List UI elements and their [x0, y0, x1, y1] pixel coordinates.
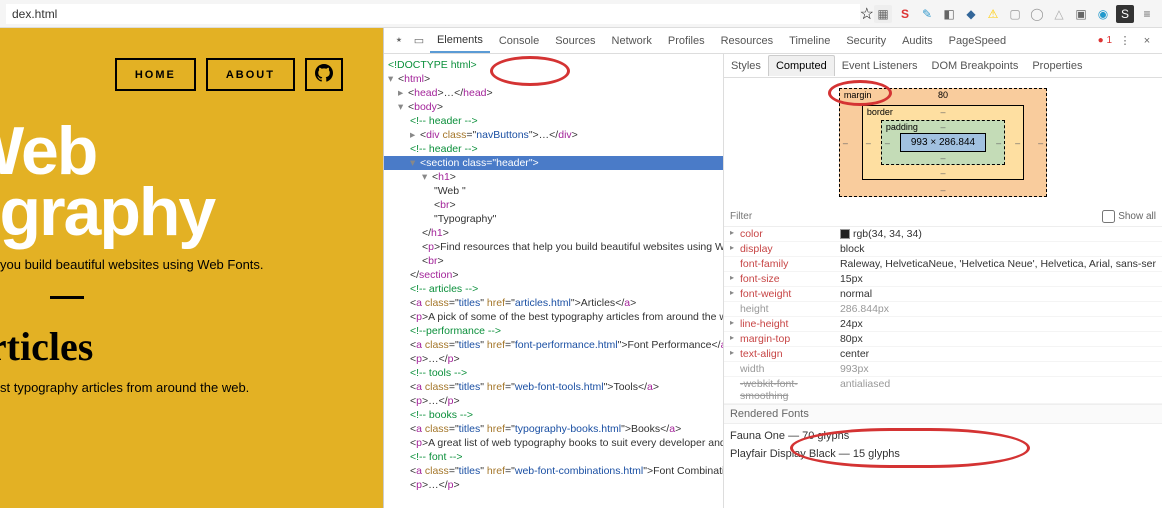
- page-subtitle: you build beautiful websites using Web F…: [0, 257, 363, 272]
- sidebar-tabs: Styles Computed Event Listeners DOM Brea…: [724, 54, 1162, 78]
- elements-tree[interactable]: <!DOCTYPE html> ▾<html> ▸<head>…</head> …: [384, 54, 724, 508]
- ext-icon[interactable]: △: [1050, 5, 1068, 23]
- about-button[interactable]: ABOUT: [206, 58, 295, 91]
- section-heading: Articles: [0, 323, 363, 370]
- box-content-size: 993 × 286.844: [900, 133, 986, 152]
- ext-icon[interactable]: ⚠: [984, 5, 1002, 23]
- home-button[interactable]: HOME: [115, 58, 196, 91]
- bookmark-star-icon[interactable]: ☆: [860, 4, 874, 24]
- devtools-toolbar: ⭑ ▭ Elements Console Sources Network Pro…: [384, 28, 1162, 54]
- rendered-fonts-list: Fauna One — 70 glyphs Playfair Display B…: [724, 424, 1162, 467]
- close-icon[interactable]: ×: [1138, 32, 1156, 50]
- ext-icon[interactable]: ▣: [1072, 5, 1090, 23]
- github-button[interactable]: [305, 58, 343, 91]
- margin-top-value: 80: [938, 90, 948, 100]
- devtools: ⭑ ▭ Elements Console Sources Network Pro…: [383, 28, 1162, 508]
- url-input[interactable]: [6, 4, 860, 24]
- sidetab-dom-breakpoints[interactable]: DOM Breakpoints: [925, 56, 1026, 76]
- tab-sources[interactable]: Sources: [548, 30, 602, 52]
- tab-security[interactable]: Security: [839, 30, 893, 52]
- tab-console[interactable]: Console: [492, 30, 546, 52]
- tab-timeline[interactable]: Timeline: [782, 30, 837, 52]
- ext-icon[interactable]: ◆: [962, 5, 980, 23]
- tab-elements[interactable]: Elements: [430, 29, 490, 53]
- sidetab-computed[interactable]: Computed: [768, 55, 835, 76]
- nav-buttons: HOME ABOUT: [0, 58, 363, 91]
- more-icon[interactable]: ⋮: [1116, 32, 1134, 50]
- computed-properties: colorrgb(34, 34, 34) displayblock font-f…: [724, 227, 1162, 404]
- tab-network[interactable]: Network: [605, 30, 659, 52]
- sidetab-styles[interactable]: Styles: [724, 56, 768, 76]
- selected-element[interactable]: ▾<section class="header">: [384, 156, 723, 170]
- ext-icon[interactable]: ✎: [918, 5, 936, 23]
- page-title: Webography: [0, 121, 363, 243]
- inspect-icon[interactable]: ⭑: [390, 32, 408, 50]
- box-model[interactable]: 80 ––– –––– –––– 993 × 286.844: [724, 78, 1162, 207]
- doctype: <!DOCTYPE html>: [388, 59, 477, 71]
- devtools-sidebar: Styles Computed Event Listeners DOM Brea…: [724, 54, 1162, 508]
- sidetab-event-listeners[interactable]: Event Listeners: [835, 56, 925, 76]
- tab-pagespeed[interactable]: PageSpeed: [942, 30, 1014, 52]
- url-bar: ☆ ▦ S ✎ ◧ ◆ ⚠ ▢ ◯ △ ▣ ◉ S ≡: [0, 0, 1162, 28]
- sidetab-properties[interactable]: Properties: [1025, 56, 1089, 76]
- show-all-checkbox[interactable]: Show all: [1102, 210, 1156, 223]
- tab-profiles[interactable]: Profiles: [661, 30, 712, 52]
- ext-icon[interactable]: ◉: [1094, 5, 1112, 23]
- tab-resources[interactable]: Resources: [714, 30, 781, 52]
- ext-icon[interactable]: ▦: [874, 5, 892, 23]
- extension-icons: ▦ S ✎ ◧ ◆ ⚠ ▢ ◯ △ ▣ ◉ S ≡: [874, 5, 1156, 23]
- filter-input[interactable]: [730, 211, 1102, 222]
- ext-icon[interactable]: S: [896, 5, 914, 23]
- github-icon: [315, 64, 333, 82]
- ext-icon[interactable]: ◧: [940, 5, 958, 23]
- ext-icon[interactable]: ▢: [1006, 5, 1024, 23]
- hero-section: Webography you build beautiful websites …: [0, 121, 363, 395]
- rendered-fonts-header: Rendered Fonts: [724, 404, 1162, 424]
- hamburger-icon[interactable]: ≡: [1138, 5, 1156, 23]
- divider: [50, 296, 84, 299]
- error-badge[interactable]: ● 1: [1098, 35, 1112, 46]
- filter-row: Show all: [724, 207, 1162, 227]
- rendered-page: HOME ABOUT Webography you build beautifu…: [0, 28, 383, 508]
- ext-icon[interactable]: S: [1116, 5, 1134, 23]
- device-icon[interactable]: ▭: [410, 32, 428, 50]
- section-subtitle: st typography articles from around the w…: [0, 380, 363, 395]
- ext-icon[interactable]: ◯: [1028, 5, 1046, 23]
- tab-audits[interactable]: Audits: [895, 30, 940, 52]
